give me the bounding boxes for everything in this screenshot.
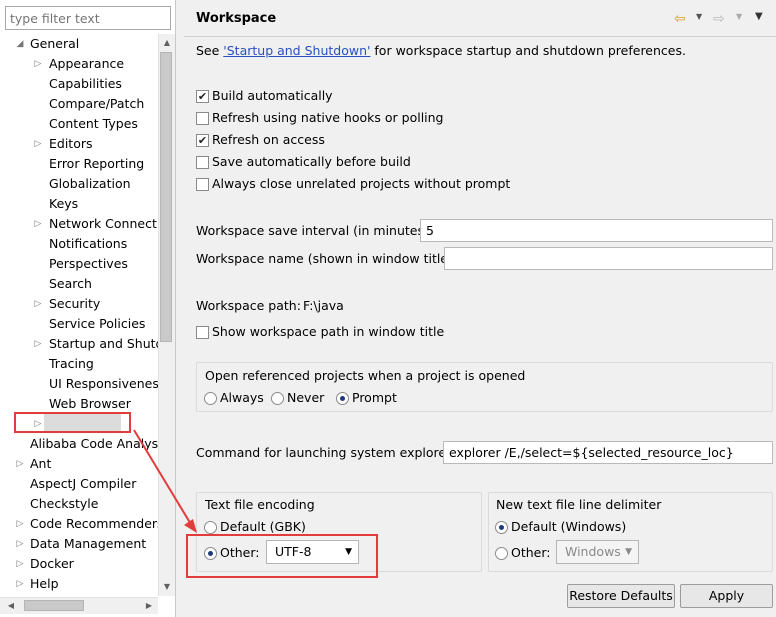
annotation-arrow-head bbox=[184, 519, 197, 533]
annotation-arrow-line bbox=[133, 429, 193, 527]
annotation-arrow bbox=[133, 429, 197, 533]
